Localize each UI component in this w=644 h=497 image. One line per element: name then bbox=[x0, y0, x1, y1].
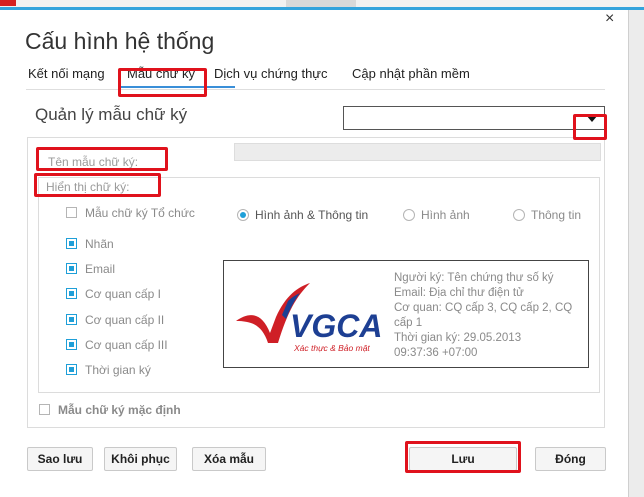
field-label-label: Nhãn bbox=[85, 237, 114, 251]
preview-info: Người ký: Tên chứng thư số ký Email: Địa… bbox=[394, 271, 584, 361]
vgca-logo: VGCA Xác thực & Bảo mật bbox=[236, 283, 382, 353]
field-email-label: Email bbox=[85, 262, 116, 276]
field-agency-1-label: Cơ quan cấp I bbox=[85, 287, 161, 301]
org-template-checkbox[interactable] bbox=[66, 207, 77, 218]
tab-software-update[interactable]: Cập nhật phần mềm bbox=[352, 66, 470, 81]
mode-image-info-radio[interactable] bbox=[237, 209, 249, 221]
mode-image-info-label: Hình ảnh & Thông tin bbox=[255, 208, 369, 222]
backup-button[interactable]: Sao lưu bbox=[27, 447, 93, 471]
tab-bar: Kết nối mạng Mẫu chữ ký Dịch vụ chứng th… bbox=[26, 60, 606, 90]
logo-wordmark: VGCA bbox=[290, 308, 382, 344]
display-signature-label: Hiển thị chữ ký: bbox=[46, 180, 130, 194]
dropdown-arrow-icon[interactable] bbox=[586, 115, 598, 122]
template-name-label: Tên mẫu chữ ký: bbox=[48, 155, 139, 169]
org-template-label: Mẫu chữ ký Tổ chức bbox=[85, 206, 195, 220]
template-select[interactable] bbox=[343, 106, 605, 130]
field-agency-3-label: Cơ quan cấp III bbox=[85, 338, 168, 352]
mode-info-radio[interactable] bbox=[513, 209, 525, 221]
save-button[interactable]: Lưu bbox=[409, 447, 517, 471]
field-agency-3-checkbox[interactable] bbox=[66, 339, 77, 350]
app-icon-fragment bbox=[0, 0, 16, 6]
mode-info-label: Thông tin bbox=[531, 208, 582, 222]
background-window-tab bbox=[286, 0, 356, 7]
field-agency-2-checkbox[interactable] bbox=[66, 314, 77, 325]
preview-line: Người ký: Tên chứng thư số ký bbox=[394, 272, 554, 284]
mode-image-radio[interactable] bbox=[403, 209, 415, 221]
preview-line: cấp 1 bbox=[394, 317, 423, 329]
field-sign-time-checkbox[interactable] bbox=[66, 364, 77, 375]
mode-image-label: Hình ảnh bbox=[421, 208, 470, 222]
field-sign-time-label: Thời gian ký bbox=[85, 363, 151, 377]
close-button[interactable]: Đóng bbox=[535, 447, 606, 471]
logo-tagline: Xác thực & Bảo mật bbox=[293, 343, 370, 353]
field-label-checkbox[interactable] bbox=[66, 238, 77, 249]
active-tab-indicator bbox=[118, 86, 235, 88]
field-agency-1-checkbox[interactable] bbox=[66, 288, 77, 299]
tab-certification-service[interactable]: Dịch vụ chứng thực bbox=[214, 66, 328, 81]
default-template-checkbox[interactable] bbox=[39, 404, 50, 415]
signature-preview: VGCA Xác thực & Bảo mật Người ký: Tên ch… bbox=[223, 260, 589, 368]
window-top-strip bbox=[0, 0, 644, 10]
preview-line: Email: Địa chỉ thư điện tử bbox=[394, 287, 524, 299]
background-window-edge bbox=[628, 10, 644, 497]
manage-template-label: Quản lý mẫu chữ ký bbox=[35, 105, 188, 124]
close-icon[interactable]: × bbox=[605, 10, 614, 28]
tab-divider bbox=[26, 89, 605, 90]
restore-button[interactable]: Khôi phục bbox=[104, 447, 177, 471]
preview-line: 09:37:36 +07:00 bbox=[394, 347, 478, 359]
field-agency-2-label: Cơ quan cấp II bbox=[85, 313, 165, 327]
tab-network[interactable]: Kết nối mạng bbox=[28, 66, 105, 81]
dialog-title: Cấu hình hệ thống bbox=[25, 28, 215, 54]
template-name-input[interactable] bbox=[234, 143, 601, 161]
field-email-checkbox[interactable] bbox=[66, 263, 77, 274]
default-template-label: Mẫu chữ ký mặc định bbox=[58, 403, 181, 417]
delete-template-button[interactable]: Xóa mẫu bbox=[192, 447, 266, 471]
preview-line: Thời gian ký: 29.05.2013 bbox=[394, 332, 522, 344]
preview-line: Cơ quan: CQ cấp 3, CQ cấp 2, CQ bbox=[394, 302, 573, 314]
tab-signature-template[interactable]: Mẫu chữ ký bbox=[127, 66, 195, 81]
